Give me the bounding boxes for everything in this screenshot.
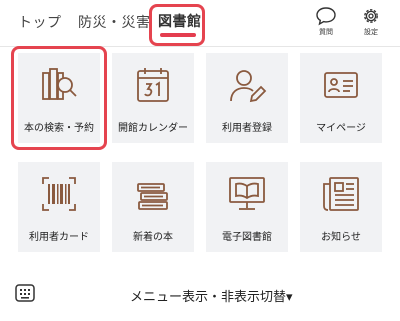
tile-e-library[interactable]: 電子図書館 bbox=[206, 162, 288, 252]
tile-label: マイページ bbox=[316, 123, 366, 134]
menu-toggle-bar[interactable]: メニュー表示・非表示切替▾ bbox=[0, 274, 400, 314]
tile-label: 利用者カード bbox=[29, 232, 89, 243]
id-card-icon bbox=[324, 72, 358, 98]
tile-calendar[interactable]: 開館カレンダー bbox=[112, 53, 194, 143]
tile-label: お知らせ bbox=[321, 232, 361, 243]
tile-user-card[interactable]: 利用者カード bbox=[18, 162, 100, 252]
tab-top[interactable]: トップ bbox=[18, 12, 62, 32]
question-label: 質問 bbox=[319, 28, 333, 36]
settings-label: 設定 bbox=[364, 28, 378, 36]
notice-icon bbox=[323, 177, 359, 211]
question-button[interactable]: 質問 bbox=[311, 6, 341, 37]
tile-label: 電子図書館 bbox=[222, 232, 272, 243]
settings-button[interactable]: 設定 bbox=[356, 6, 386, 37]
question-bubble-icon bbox=[316, 7, 336, 26]
tile-user-registration[interactable]: 利用者登録 bbox=[206, 53, 288, 143]
tile-label: 新着の本 bbox=[133, 232, 173, 243]
tile-new-books[interactable]: 新着の本 bbox=[112, 162, 194, 252]
user-edit-icon bbox=[230, 70, 267, 103]
barcode-icon bbox=[42, 177, 76, 211]
menu-toggle-label: メニュー表示・非表示切替▾ bbox=[130, 290, 293, 305]
tile-label: 開館カレンダー bbox=[118, 123, 188, 134]
highlight-library-tab bbox=[149, 4, 205, 46]
keyboard-icon bbox=[15, 284, 35, 302]
tile-my-page[interactable]: マイページ bbox=[300, 53, 382, 143]
tab-disaster[interactable]: 防災・災害 bbox=[78, 12, 151, 32]
gear-icon bbox=[364, 9, 378, 23]
calendar-icon bbox=[137, 68, 169, 102]
e-library-icon bbox=[229, 177, 265, 210]
highlight-book-search-tile bbox=[11, 46, 107, 150]
tile-notices[interactable]: お知らせ bbox=[300, 162, 382, 252]
book-stack-icon bbox=[137, 183, 168, 210]
tile-label: 利用者登録 bbox=[222, 123, 272, 134]
